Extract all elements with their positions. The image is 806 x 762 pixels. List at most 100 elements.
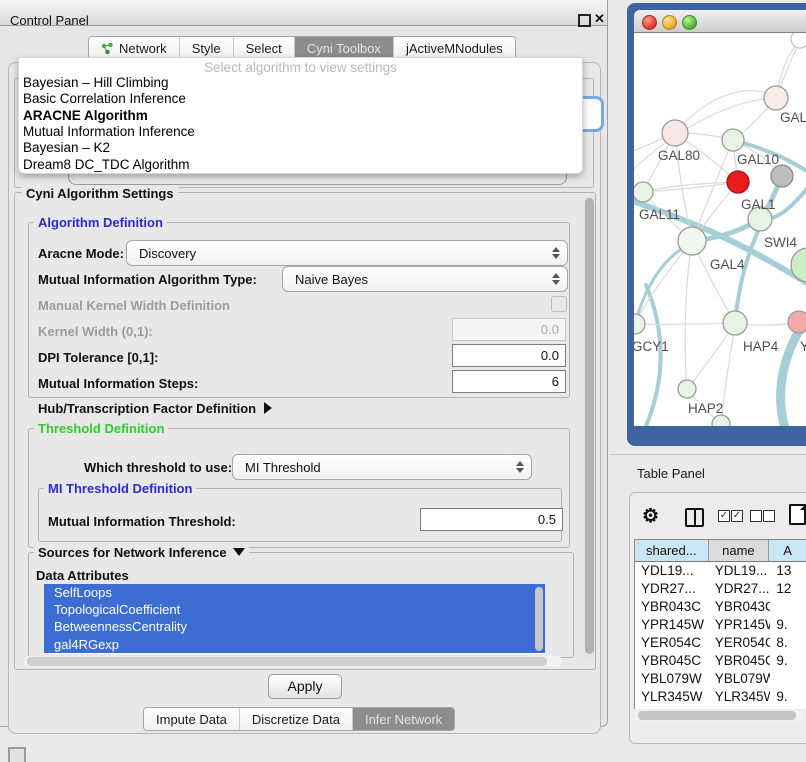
cyni-tab-label: Impute Data [156, 712, 227, 727]
mi-steps-field[interactable]: 6 [452, 370, 566, 393]
network-edge[interactable] [643, 182, 738, 192]
attribute-list-item[interactable]: TopologicalCoefficient [44, 601, 545, 618]
mi-steps-label: Mutual Information Steps: [38, 376, 198, 391]
network-node-label: Y [800, 339, 806, 354]
table-cell: YER054C [635, 634, 709, 652]
mac-zoom-button[interactable] [682, 15, 697, 30]
table-panel-title: Table Panel [637, 466, 705, 481]
dropdown-item[interactable]: ARACNE Algorithm [23, 108, 573, 124]
dropdown-item[interactable]: Bayesian – Hill Climbing [23, 75, 573, 91]
table-column-header[interactable]: shared... [635, 540, 709, 561]
table-rows: YDL19...YDL19...13YDR27...YDR27...12YBR0… [635, 562, 806, 709]
dpi-tolerance-field[interactable]: 0.0 [452, 344, 566, 367]
attributes-scrollbar-thumb[interactable] [535, 587, 543, 651]
network-node-hap2[interactable] [678, 380, 696, 398]
table-row[interactable]: YIL052CYIL052C9. [635, 706, 806, 709]
dropdown-item[interactable]: Bayesian – K2 [23, 140, 573, 156]
dropdown-item[interactable]: Mutual Information Inference [23, 124, 573, 140]
tab-network[interactable]: Network [89, 37, 179, 59]
network-edge[interactable] [635, 243, 692, 324]
table-column-header[interactable]: A [769, 540, 806, 561]
table-row[interactable]: YPR145WYPR145W9. [635, 616, 806, 634]
unchecked-checkbox-icon[interactable] [763, 510, 775, 522]
cyni-tab-discretize-data[interactable]: Discretize Data [239, 708, 352, 730]
mac-close-button[interactable] [642, 15, 657, 30]
network-edge[interactable] [685, 241, 692, 389]
network-node-label: GAL [780, 110, 806, 125]
which-threshold-value: MI Threshold [233, 460, 516, 475]
tab-jactivemnodules[interactable]: jActiveMNodules [393, 37, 515, 59]
table-row[interactable]: YBR043CYBR043C [635, 598, 806, 616]
attribute-list-item[interactable]: gal4RGexp [44, 636, 545, 653]
cyni-tab-infer-network[interactable]: Infer Network [352, 708, 454, 730]
table-cell: YDR27... [635, 580, 709, 598]
table-row[interactable]: YLR345WYLR345W9. [635, 688, 806, 706]
table-header-row: shared...nameA [635, 540, 806, 562]
control-panel-titlebar [0, 0, 607, 26]
unchecked-checkbox-icon[interactable] [750, 510, 762, 522]
network-canvas[interactable]: GALGAL80GAL10GAL11GAL1SWI4GAL4GCY1HAP4YH… [634, 33, 806, 426]
network-graph: GALGAL80GAL10GAL11GAL1SWI4GAL4GCY1HAP4YH… [634, 33, 806, 426]
mac-minimize-button[interactable] [662, 15, 677, 30]
settings-scrollbar-thumb[interactable] [585, 198, 594, 654]
network-node-label: HAP2 [688, 401, 723, 416]
data-attributes-label: Data Attributes [36, 568, 129, 583]
split-pane-icon[interactable] [685, 508, 704, 527]
collapsed-arrow-icon [264, 402, 272, 414]
network-edge[interactable] [735, 223, 762, 323]
network-node[interactable] [791, 33, 806, 48]
network-node-gal80[interactable] [662, 120, 688, 146]
attribute-list-item[interactable]: BetweennessCentrality [44, 618, 545, 635]
tab-select[interactable]: Select [233, 37, 294, 59]
tab-style[interactable]: Style [179, 37, 233, 59]
kernel-width-field[interactable]: 0.0 [452, 318, 566, 341]
network-edge[interactable] [635, 241, 692, 324]
network-node-gal10[interactable] [722, 129, 744, 151]
network-node-gal4[interactable] [678, 227, 706, 255]
dropdown-item[interactable]: Basic Correlation Inference [23, 91, 573, 107]
dropdown-item[interactable]: Dream8 DC_TDC Algorithm [23, 157, 573, 173]
checked-checkbox-icon[interactable]: ✓ [731, 510, 743, 522]
network-node-gal1[interactable] [727, 171, 749, 193]
gear-icon[interactable]: ⚙ [642, 505, 659, 528]
table-row[interactable]: YER054CYER054C8. [635, 634, 806, 652]
network-node-hap4[interactable] [723, 311, 747, 335]
cyni-tab-impute-data[interactable]: Impute Data [144, 708, 239, 730]
manual-kernel-checkbox[interactable] [551, 296, 567, 312]
table-column-header[interactable]: name [709, 540, 770, 561]
network-node-gal[interactable] [764, 86, 788, 110]
network-node-y[interactable] [788, 311, 806, 333]
table-cell: YDR27... [709, 580, 771, 598]
settings-group-title: Cyni Algorithm Settings [22, 186, 178, 201]
checked-checkbox-icon[interactable]: ✓ [718, 510, 730, 522]
which-threshold-select[interactable]: MI Threshold [232, 454, 532, 480]
horizontal-scrollbar-thumb[interactable] [27, 657, 547, 666]
network-node[interactable] [712, 415, 730, 426]
network-node-gcy1[interactable] [634, 314, 645, 334]
float-window-icon[interactable] [578, 14, 591, 27]
mi-threshold-field[interactable]: 0.5 [420, 508, 563, 531]
aracne-mode-select[interactable]: Discovery [126, 240, 568, 266]
table-row[interactable]: YDR27...YDR27...12 [635, 580, 806, 598]
tab-cyni-toolbox[interactable]: Cyni Toolbox [294, 37, 393, 59]
network-window-titlebar[interactable] [634, 10, 806, 33]
sources-title: Sources for Network Inference [38, 545, 227, 560]
network-edge[interactable] [644, 285, 661, 426]
close-icon[interactable]: ✕ [594, 11, 605, 27]
network-node[interactable] [771, 165, 793, 187]
table-row[interactable]: YBR045CYBR045C9. [635, 652, 806, 670]
table-row[interactable]: YDL19...YDL19...13 [635, 562, 806, 580]
collapsed-panel-icon[interactable] [8, 747, 26, 762]
sources-toggle[interactable]: Sources for Network Inference [34, 545, 249, 560]
table-row[interactable]: YBL079WYBL079W [635, 670, 806, 688]
network-node-gal11[interactable] [634, 182, 653, 202]
table-cell: YDL19... [635, 562, 709, 580]
attribute-list-item[interactable]: SelfLoops [44, 584, 545, 601]
table-scrollbar-thumb[interactable] [638, 711, 796, 720]
hub-section-toggle[interactable]: Hub/Transcription Factor Definition [38, 401, 272, 416]
mi-type-select[interactable]: Naive Bayes [282, 266, 568, 292]
apply-button[interactable]: Apply [268, 674, 342, 699]
table-cell: 9. [770, 688, 806, 706]
document-icon[interactable] [789, 504, 806, 525]
mi-type-label: Mutual Information Algorithm Type: [38, 272, 257, 287]
